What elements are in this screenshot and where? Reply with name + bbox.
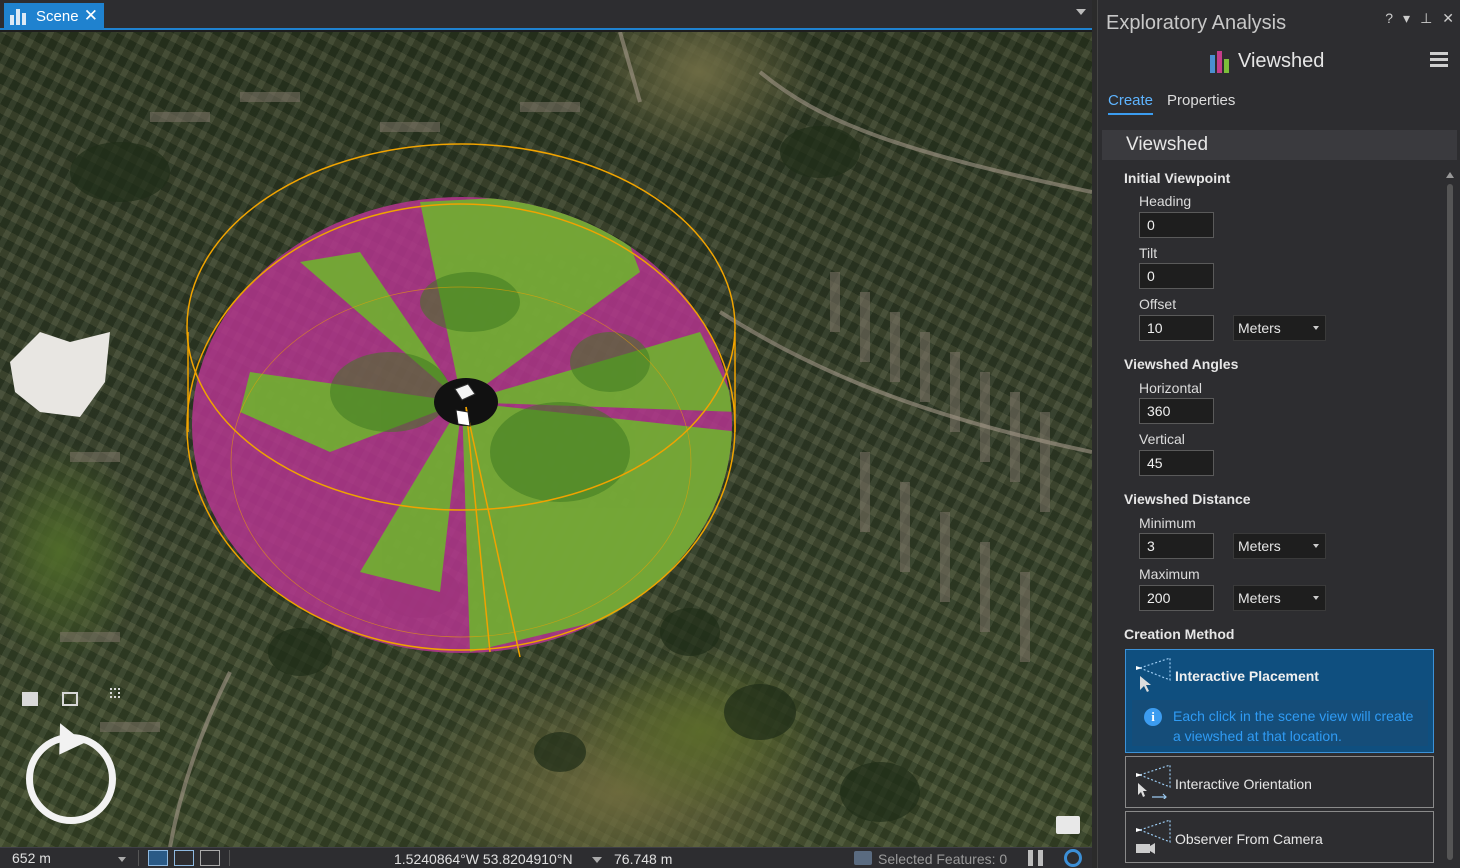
offset-label: Offset (1139, 296, 1177, 312)
full-extent-button[interactable] (62, 692, 78, 706)
creation-method-heading: Creation Method (1124, 626, 1235, 642)
nav-options-icon[interactable] (110, 688, 120, 698)
interactive-orientation-label: Interactive Orientation (1175, 776, 1312, 792)
scroll-up-icon[interactable] (1446, 172, 1454, 178)
tab-create[interactable]: Create (1108, 92, 1154, 115)
constraints-icon[interactable] (174, 850, 194, 866)
interactive-placement-option[interactable]: Interactive Placement i Each click in th… (1125, 649, 1434, 753)
vertical-label: Vertical (1139, 431, 1185, 447)
maximum-input[interactable] (1139, 585, 1214, 611)
pin-icon[interactable]: ⊥ (1420, 10, 1432, 27)
horizontal-input[interactable] (1139, 398, 1214, 424)
map-canvas[interactable] (0, 32, 1092, 847)
tilt-label: Tilt (1139, 245, 1158, 261)
viewshed-distance-heading: Viewshed Distance (1124, 491, 1251, 507)
camera-viewshed-icon (1136, 819, 1171, 854)
interactive-placement-label: Interactive Placement (1175, 668, 1319, 684)
viewshed-angles-heading: Viewshed Angles (1124, 356, 1239, 372)
close-icon[interactable]: ✕ (84, 6, 98, 26)
coordinate-readout: 1.5240864°W 53.8204910°N (394, 851, 573, 867)
offset-input[interactable] (1139, 315, 1214, 341)
menu-icon[interactable] (1430, 52, 1448, 68)
scroll-thumb[interactable] (1447, 184, 1453, 860)
pane-title: Exploratory Analysis (1106, 12, 1287, 34)
grid-icon[interactable] (200, 850, 220, 866)
placement-info-text: Each click in the scene view will create… (1173, 708, 1414, 744)
interactive-orientation-option[interactable]: Interactive Orientation (1125, 756, 1434, 808)
horizontal-label: Horizontal (1139, 380, 1203, 396)
heading-label: Heading (1139, 193, 1192, 209)
minimum-unit-select[interactable]: Meters (1233, 533, 1326, 559)
scene-icon (10, 8, 28, 25)
initial-viewpoint-heading: Initial Viewpoint (1124, 170, 1231, 186)
pane-scrollbar[interactable] (1446, 172, 1454, 860)
scale-selector[interactable]: 652 m (0, 850, 132, 866)
viewshed-placement-icon (1136, 657, 1171, 692)
maximum-label: Maximum (1139, 566, 1200, 582)
chevron-down-icon[interactable] (1076, 9, 1086, 15)
vertical-input[interactable] (1139, 450, 1214, 476)
placement-info-box: i Each click in the scene view will crea… (1132, 700, 1428, 746)
pane-tabs: Create Properties (1108, 92, 1235, 115)
pane-menu-icon[interactable]: ▾ (1403, 10, 1410, 27)
tool-title: Viewshed (1238, 50, 1325, 72)
info-icon: i (1144, 708, 1162, 726)
observer-from-camera-option[interactable]: Observer From Camera (1125, 811, 1434, 863)
tilt-input[interactable] (1139, 263, 1214, 289)
heading-input[interactable] (1139, 212, 1214, 238)
observer-from-camera-label: Observer From Camera (1175, 831, 1323, 847)
section-header: Viewshed (1102, 130, 1457, 160)
legend-toggle-icon[interactable] (1056, 816, 1080, 834)
close-icon[interactable]: ✕ (1442, 10, 1454, 27)
pane-controls: ? ▾ ⊥ ✕ (1385, 10, 1454, 27)
tilt-up-button[interactable] (22, 692, 38, 706)
help-icon[interactable]: ? (1385, 10, 1393, 27)
view-tab-bar: Scene ✕ (0, 0, 1092, 30)
scene-view: Scene ✕ 652 m 1.5240864°W 53.8204910°N 7… (0, 0, 1092, 868)
selection-icon (854, 851, 872, 865)
chevron-down-icon[interactable] (592, 857, 602, 863)
map-imagery (10, 32, 1092, 847)
tool-heading: Viewshed (1210, 50, 1324, 73)
selected-features-count[interactable]: Selected Features: 0 (878, 851, 1007, 867)
viewshed-orientation-icon (1136, 764, 1171, 799)
snapping-icon[interactable] (148, 850, 168, 866)
tab-scene-label: Scene (36, 8, 79, 25)
exploratory-analysis-pane: Exploratory Analysis ? ▾ ⊥ ✕ Viewshed Cr… (1097, 0, 1460, 868)
maximum-unit-select[interactable]: Meters (1233, 585, 1326, 611)
app-window: Scene ✕ 652 m 1.5240864°W 53.8204910°N 7… (0, 0, 1460, 868)
pause-drawing-button[interactable] (1028, 850, 1046, 866)
viewshed-icon (1210, 50, 1230, 73)
minimum-input[interactable] (1139, 533, 1214, 559)
elevation-readout: 76.748 m (614, 851, 673, 867)
refresh-button[interactable] (1064, 849, 1082, 867)
status-bar: 652 m 1.5240864°W 53.8204910°N 76.748 m … (0, 847, 1092, 868)
offset-unit-select[interactable]: Meters (1233, 315, 1326, 341)
tab-scene[interactable]: Scene ✕ (4, 3, 104, 30)
minimum-label: Minimum (1139, 515, 1196, 531)
tab-properties[interactable]: Properties (1167, 92, 1235, 115)
